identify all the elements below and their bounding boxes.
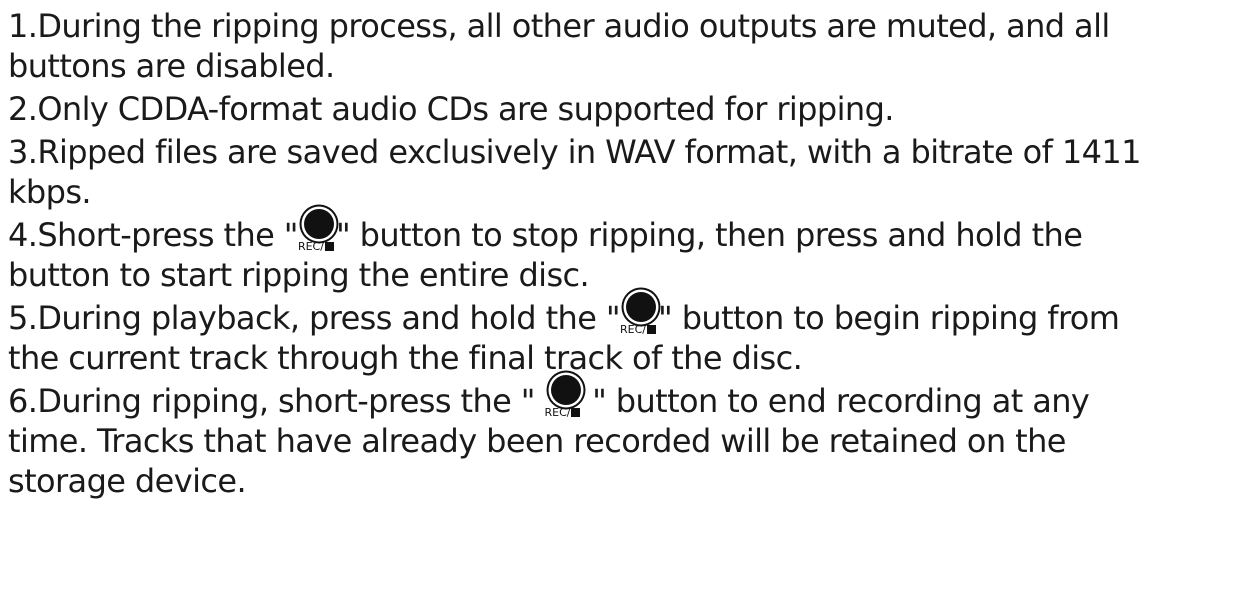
line: button to start ripping the entire disc. [8, 256, 590, 294]
list-item-4: 4.Short-press the " REC/" button to stop … [8, 209, 1238, 295]
list-item-6: 6.During ripping, short-press the " REC/… [8, 375, 1238, 501]
line: 6.During ripping, short-press the " REC/… [8, 375, 1238, 421]
line: 4.Short-press the " REC/" button to stop … [8, 209, 1238, 255]
line: 2.Only CDDA-format audio CDs are support… [8, 90, 894, 128]
text: 6.During ripping, short-press the " [8, 382, 545, 420]
line: 5.During playback, press and hold the " R… [8, 292, 1238, 338]
text: " button to end recording at any [582, 382, 1090, 420]
record-dot-icon [303, 209, 334, 239]
line: kbps. [8, 173, 92, 211]
line: the current track through the final trac… [8, 339, 803, 377]
line: 3.Ripped files are saved exclusively in … [8, 133, 1141, 171]
text: 5.During playback, press and hold the " [8, 299, 621, 337]
list-item-3: 3.Ripped files are saved exclusively in … [8, 132, 1238, 212]
line: storage device. [8, 462, 247, 500]
list-item-1: 1.During the ripping process, all other … [8, 6, 1238, 86]
record-dot-icon [550, 375, 581, 405]
rec-label: REC/ [620, 324, 656, 336]
list-item-5: 5.During playback, press and hold the " R… [8, 292, 1238, 378]
record-stop-icon: REC/ [620, 292, 658, 338]
record-stop-icon: REC/ [298, 209, 336, 255]
rec-label: REC/ [545, 407, 581, 419]
record-dot-icon [626, 292, 656, 322]
instructions-document: 1.During the ripping process, all other … [8, 6, 1238, 504]
stop-square-icon [646, 325, 656, 334]
text: 4.Short-press the " [8, 216, 299, 254]
line: time. Tracks that have already been reco… [8, 422, 1066, 460]
rec-label: REC/ [298, 241, 334, 253]
record-stop-icon: REC/ [545, 375, 583, 421]
line: 1.During the ripping process, all other … [8, 7, 1110, 45]
text: " button to stop ripping, then press and… [335, 216, 1083, 254]
list-item-2: 2.Only CDDA-format audio CDs are support… [8, 89, 1238, 129]
stop-square-icon [571, 408, 581, 417]
stop-square-icon [324, 242, 334, 251]
text: " button to begin ripping from [658, 299, 1120, 337]
line: buttons are disabled. [8, 47, 335, 85]
